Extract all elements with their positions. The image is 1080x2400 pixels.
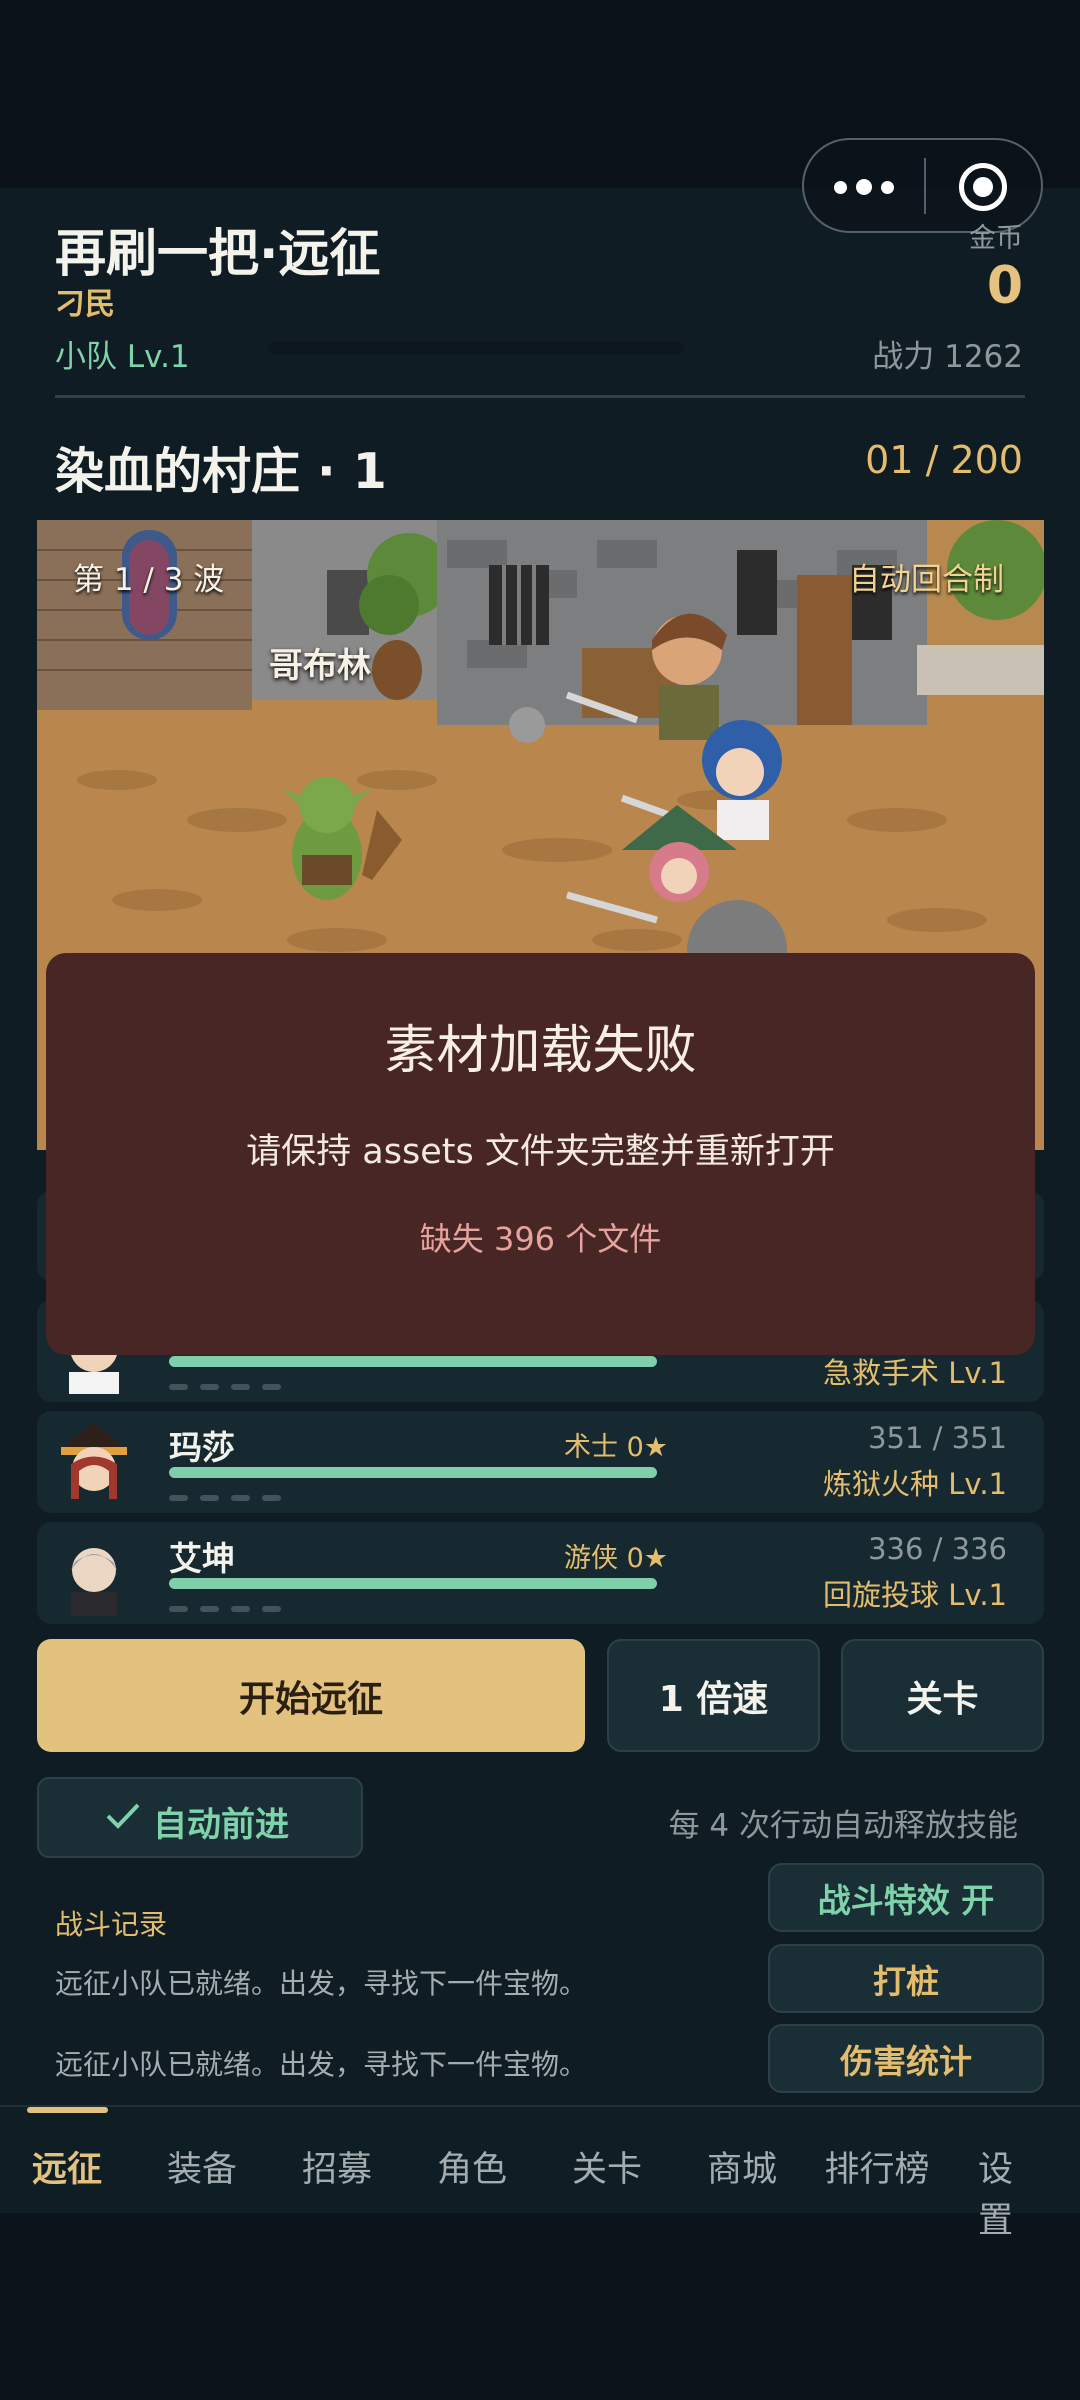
player-name: 刁民 [55, 287, 115, 322]
hero-energy-pips [169, 1606, 289, 1612]
hero-card[interactable]: 玛莎 术士 0★ 351 / 351 炼狱火种 Lv.1 [37, 1411, 1044, 1513]
hero-name: 艾坤 [169, 1539, 235, 1578]
stage-name: 染血的村庄 · 1 [55, 443, 387, 500]
battle-log-line: 远征小队已就绪。出发，寻找下一件宝物。 [55, 2048, 588, 2081]
combat-power: 战力 1262 [872, 339, 1023, 375]
nav-item-equipment[interactable]: 装备 [167, 2141, 237, 2192]
gold-label: 金币 [969, 223, 1023, 254]
nav-item-characters[interactable]: 角色 [437, 2141, 507, 2192]
hero-hp: 351 / 351 [868, 1421, 1007, 1455]
error-title: 素材加载失败 [384, 1021, 697, 1081]
nav-item-settings[interactable]: 设置 [978, 2141, 1046, 2243]
hero-hp: 336 / 336 [868, 1532, 1007, 1566]
wave-indicator: 第 1 / 3 波 [73, 562, 225, 598]
bottom-nav: 远征 装备 招募 角色 关卡 商城 排行榜 设置 [0, 2105, 1080, 2241]
hero-energy-pips [169, 1384, 289, 1390]
hero-name: 玛莎 [169, 1428, 235, 1467]
hero-class: 游侠 0★ [564, 1543, 668, 1574]
nav-item-shop[interactable]: 商城 [707, 2141, 777, 2192]
asset-load-error-dialog: 素材加载失败 请保持 assets 文件夹完整并重新打开 缺失 396 个文件 [46, 953, 1035, 1355]
check-icon [106, 1803, 140, 1829]
stage-select-button[interactable]: 关卡 [841, 1639, 1044, 1752]
hero-skill: 炼狱火种 Lv.1 [823, 1467, 1007, 1501]
auto-skill-note: 每 4 次行动自动释放技能 [668, 1808, 1018, 1844]
battle-log-title: 战斗记录 [55, 1908, 168, 1941]
error-missing-count: 缺失 396 个文件 [419, 1220, 662, 1258]
hero-hp-fill [169, 1467, 657, 1478]
battle-effects-toggle[interactable]: 战斗特效 开 [768, 1863, 1044, 1932]
hero-avatar-ranger [71, 1548, 117, 1616]
start-expedition-button[interactable]: 开始远征 [37, 1639, 585, 1752]
target-circle-icon[interactable] [959, 163, 1007, 211]
team-level: 小队 Lv.1 [55, 339, 190, 375]
hero-skill: 回旋投球 Lv.1 [823, 1578, 1007, 1612]
auto-advance-label: 自动前进 [153, 1805, 289, 1845]
hero-avatar-warlock [61, 1423, 127, 1499]
enemy-name: 哥布林 [269, 646, 371, 686]
battle-mode-label: 自动回合制 [849, 562, 1004, 598]
gold-value: 0 [986, 256, 1023, 316]
team-exp-bar [268, 342, 684, 354]
battle-log-line: 远征小队已就绪。出发，寻找下一件宝物。 [55, 1967, 588, 2000]
hero-hp-bar [169, 1578, 657, 1589]
nav-active-indicator [27, 2107, 108, 2113]
nav-item-recruit[interactable]: 招募 [302, 2141, 372, 2192]
header-divider [55, 395, 1025, 398]
hero-card[interactable]: 艾坤 游侠 0★ 336 / 336 回旋投球 Lv.1 [37, 1522, 1044, 1624]
more-dots-icon[interactable] [834, 175, 898, 199]
hero-hp-fill [169, 1578, 657, 1589]
hero-energy-pips [169, 1495, 289, 1501]
training-dummy-button[interactable]: 打桩 [768, 1944, 1044, 2013]
auto-advance-toggle[interactable]: 自动前进 [37, 1777, 363, 1858]
game-title: 再刷一把·远征 [55, 225, 381, 284]
hero-skill: 急救手术 Lv.1 [823, 1356, 1007, 1390]
hero-hp-bar [169, 1356, 657, 1367]
stage-progress: 01 / 200 [865, 438, 1023, 482]
nav-item-expedition[interactable]: 远征 [32, 2141, 102, 2192]
damage-stats-button[interactable]: 伤害统计 [768, 2024, 1044, 2093]
speed-button[interactable]: 1 倍速 [607, 1639, 820, 1752]
hero-hp-fill [169, 1356, 657, 1367]
nav-item-stages[interactable]: 关卡 [572, 2141, 642, 2192]
nav-item-leaderboard[interactable]: 排行榜 [824, 2141, 929, 2192]
hero-hp-bar [169, 1467, 657, 1478]
hero-class: 术士 0★ [564, 1432, 668, 1463]
error-message: 请保持 assets 文件夹完整并重新打开 [246, 1132, 835, 1172]
capsule-divider [924, 158, 926, 214]
